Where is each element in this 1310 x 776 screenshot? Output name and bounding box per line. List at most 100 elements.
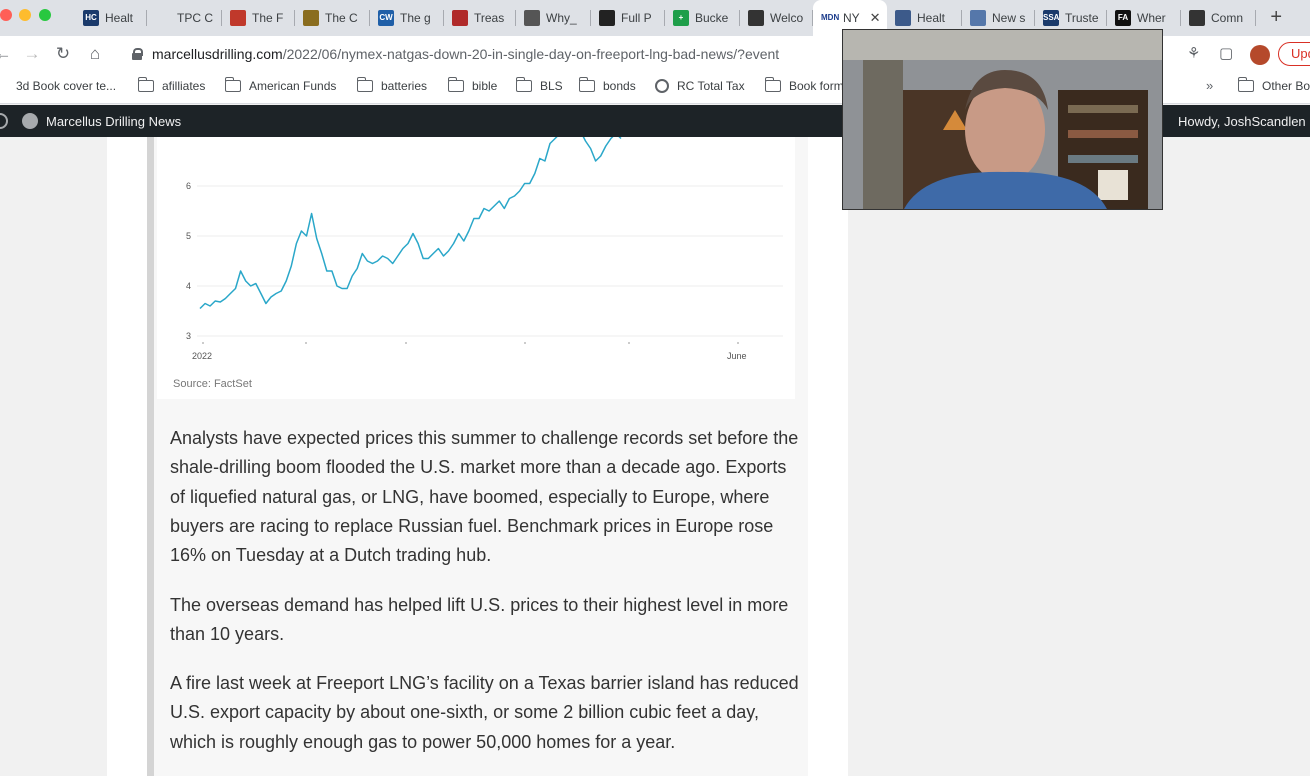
forward-icon[interactable]: →: [21, 43, 43, 65]
bookmark-item[interactable]: American Funds: [224, 77, 336, 93]
tab-close-icon[interactable]: ✕: [870, 10, 881, 26]
tab-label: Welco: [770, 11, 804, 25]
y-tick-label: 3: [186, 331, 191, 341]
tab-favicon-icon: [970, 10, 986, 26]
browser-tab[interactable]: The F: [222, 0, 295, 36]
side-panel-icon[interactable]: ▢: [1219, 44, 1233, 62]
x-tick-label: 2022: [192, 351, 212, 361]
browser-tab[interactable]: Comn: [1181, 0, 1256, 36]
bookmark-label: BLS: [540, 79, 563, 93]
browser-tab[interactable]: HC Healt: [75, 0, 147, 36]
bookmarks-more-icon[interactable]: »: [1206, 78, 1213, 93]
folder-icon: [515, 77, 532, 92]
browser-tab[interactable]: Treas: [444, 0, 516, 36]
tab-separator: [1255, 10, 1256, 26]
y-tick-label: 4: [186, 281, 191, 291]
series-line: [199, 137, 622, 310]
tab-label: New s: [992, 11, 1026, 25]
article-paragraph: Analysts have expected prices this summe…: [170, 428, 799, 566]
bookmark-item[interactable]: Other Bo: [1237, 77, 1310, 93]
article-paragraph: A fire last week at Freeport LNG’s facil…: [170, 673, 799, 752]
reload-icon[interactable]: ↻: [52, 43, 74, 65]
folder-icon: [447, 77, 464, 92]
tab-label: Full P: [621, 11, 652, 25]
y-tick-label: 5: [186, 231, 191, 241]
x-tick-label: June: [727, 351, 747, 361]
webcam-image: [843, 30, 1162, 209]
admin-howdy-link[interactable]: Howdy, JoshScandlen: [1178, 114, 1306, 129]
tab-favicon-icon: [1189, 10, 1205, 26]
admin-site-link[interactable]: Marcellus Drilling News: [46, 114, 181, 129]
tab-favicon-icon: CW: [378, 10, 394, 26]
browser-tab[interactable]: TPC C: [147, 0, 222, 36]
tab-favicon-icon: [303, 10, 319, 26]
address-bar[interactable]: marcellusdrilling.com/2022/06/nymex-natg…: [118, 40, 858, 68]
bookmark-item[interactable]: 3d Book cover te...: [16, 79, 116, 93]
tab-favicon-icon: MDN: [821, 10, 839, 26]
chart-source: Source: FactSet: [173, 378, 252, 390]
blockquote-bar: [147, 137, 154, 776]
bookmark-label: Other Bo: [1262, 79, 1310, 93]
bookmark-label: batteries: [381, 79, 428, 93]
tab-favicon-icon: SSA: [1043, 10, 1059, 26]
tab-favicon-icon: HC: [83, 10, 99, 26]
browser-tab[interactable]: The C: [295, 0, 370, 36]
tab-favicon-icon: [895, 10, 911, 26]
folder-icon: [1237, 77, 1254, 92]
tab-label: Comn: [1211, 11, 1244, 25]
bookmark-item[interactable]: BLS: [515, 77, 563, 93]
bookmark-item[interactable]: afilliates: [137, 77, 206, 93]
minimize-window-button[interactable]: [19, 9, 31, 21]
bookmark-label: afilliates: [162, 79, 206, 93]
wordpress-icon[interactable]: [0, 113, 8, 129]
tab-label: The g: [400, 11, 431, 25]
bookmark-item[interactable]: bible: [447, 77, 498, 93]
tab-favicon-icon: FA: [1115, 10, 1131, 26]
tab-label: Truste: [1065, 11, 1099, 25]
tab-favicon-icon: [748, 10, 764, 26]
y-tick-label: 6: [186, 181, 191, 191]
tab-favicon-icon: [524, 10, 540, 26]
folder-icon: [224, 77, 241, 92]
price-chart: 3 4 5 6 2022 June: [186, 137, 783, 361]
tab-label: Wher: [1137, 11, 1166, 25]
home-icon[interactable]: ⌂: [84, 43, 106, 65]
browser-tab[interactable]: CW The g: [370, 0, 444, 36]
new-tab-button[interactable]: +: [1270, 6, 1282, 29]
tab-label: The F: [252, 11, 284, 25]
tab-favicon-icon: [599, 10, 615, 26]
bookmark-item[interactable]: RC Total Tax: [655, 79, 745, 93]
browser-tab[interactable]: + Bucke: [665, 0, 740, 36]
tab-favicon-icon: +: [673, 10, 689, 26]
tab-label: Healt: [917, 11, 946, 25]
tab-favicon-icon: [155, 10, 171, 26]
folder-icon: [578, 77, 595, 92]
bookmark-label: bible: [472, 79, 498, 93]
tab-label: NY: [843, 11, 860, 25]
maximize-window-button[interactable]: [39, 9, 51, 21]
bookmark-label: RC Total Tax: [677, 79, 745, 93]
article-paragraph: The overseas demand has helped lift U.S.…: [170, 595, 789, 645]
tab-label: Why_: [546, 11, 577, 25]
close-window-button[interactable]: [0, 9, 12, 21]
browser-tab[interactable]: Why_: [516, 0, 591, 36]
globe-icon: [655, 79, 669, 93]
webcam-overlay: [842, 29, 1163, 210]
browser-tab[interactable]: Welco: [740, 0, 813, 36]
update-button[interactable]: Upd: [1278, 42, 1310, 66]
tab-label: Healt: [105, 11, 134, 25]
folder-icon: [764, 77, 781, 92]
lock-icon: [132, 48, 143, 60]
back-icon[interactable]: ←: [0, 43, 14, 65]
profile-avatar[interactable]: [1250, 45, 1270, 65]
folder-icon: [137, 77, 154, 92]
bookmark-item[interactable]: batteries: [356, 77, 428, 93]
url-domain: marcellusdrilling.com: [152, 46, 283, 62]
tab-label: TPC C: [177, 11, 213, 25]
bookmark-item[interactable]: bonds: [578, 77, 636, 93]
dashboard-icon[interactable]: [22, 113, 38, 129]
folder-icon: [356, 77, 373, 92]
browser-tab[interactable]: Full P: [591, 0, 665, 36]
extensions-icon[interactable]: ⚘: [1187, 44, 1200, 62]
bookmark-item[interactable]: Book form: [764, 77, 844, 93]
